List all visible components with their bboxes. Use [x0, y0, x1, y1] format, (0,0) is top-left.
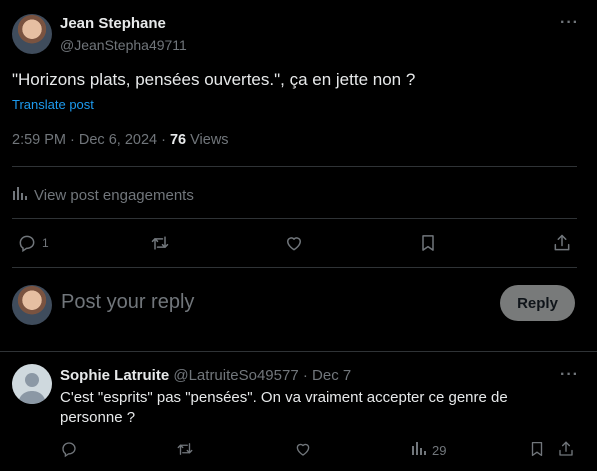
author-avatar[interactable] — [12, 14, 52, 54]
reply-reply-icon[interactable] — [60, 440, 78, 458]
reply-input[interactable]: Post your reply — [61, 291, 481, 314]
views-label: Views — [186, 132, 229, 148]
reply-share-icon[interactable] — [557, 440, 575, 458]
bookmark-icon[interactable] — [418, 233, 438, 253]
reply-like-heart-icon[interactable] — [294, 440, 312, 458]
reply-author-avatar[interactable] — [12, 364, 52, 404]
reply-icon[interactable] — [17, 233, 37, 253]
reply-text: C'est "esprits" pas "pensées". On va vra… — [60, 389, 508, 426]
reply-analytics-icon — [411, 440, 427, 461]
divider — [12, 166, 577, 167]
reply-bookmark-icon[interactable] — [528, 440, 546, 458]
reply-author-handle[interactable]: @LatruiteSo49577 — [173, 367, 298, 384]
divider — [12, 218, 577, 219]
reply-count: 1 — [42, 236, 49, 250]
reply-author-name[interactable]: Sophie Latruite — [60, 367, 169, 384]
reply-views-count: 29 — [432, 443, 447, 458]
author-handle[interactable]: @JeanStepha49711 — [60, 37, 187, 53]
share-icon[interactable] — [552, 233, 572, 253]
divider — [12, 267, 577, 268]
reply-date[interactable]: · Dec 7 — [299, 367, 351, 384]
reply-views[interactable]: 29 — [411, 440, 446, 461]
reply-header: Sophie Latruite @LatruiteSo49577 · Dec 7 — [60, 367, 351, 384]
more-options-icon[interactable]: ··· — [560, 14, 579, 32]
reply-repost-icon[interactable] — [176, 440, 194, 458]
repost-icon[interactable] — [150, 233, 170, 253]
like-heart-icon[interactable] — [284, 233, 304, 253]
reply-button[interactable]: Reply — [500, 285, 575, 321]
divider — [0, 351, 597, 352]
post-meta: 2:59 PM · Dec 6, 2024 · 76 Views — [12, 132, 229, 148]
composer-avatar[interactable] — [12, 285, 52, 325]
view-engagements-link[interactable]: View post engagements — [12, 185, 194, 205]
analytics-icon — [12, 185, 28, 205]
post-text: "Horizons plats, pensées ouvertes.", ça … — [12, 70, 416, 89]
engagements-label: View post engagements — [34, 186, 194, 204]
reply-more-options-icon[interactable]: ··· — [560, 366, 579, 384]
views-count: 76 — [169, 132, 187, 148]
author-name[interactable]: Jean Stephane — [60, 15, 166, 32]
translate-post-link[interactable]: Translate post — [12, 97, 94, 112]
post-timestamp[interactable]: 2:59 PM · Dec 6, 2024 · — [12, 132, 170, 148]
